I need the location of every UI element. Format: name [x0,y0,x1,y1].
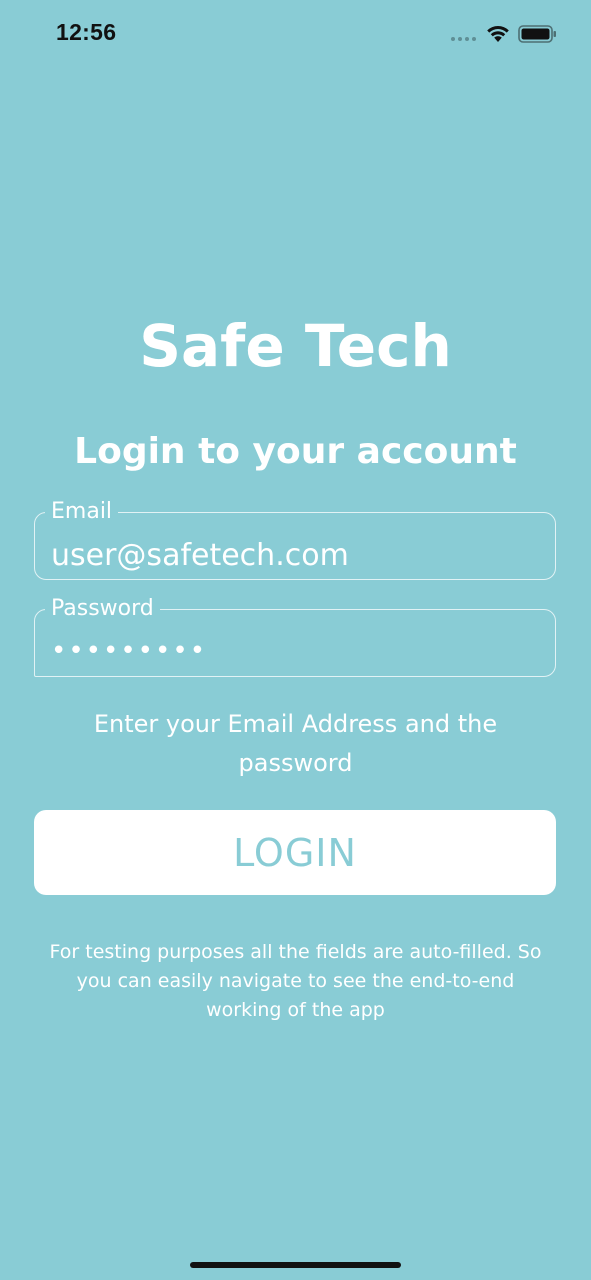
email-field[interactable]: Email user@safetech.com [34,499,556,580]
email-input-value[interactable]: user@safetech.com [51,537,349,575]
email-label: Email [45,499,119,525]
login-button[interactable]: LOGIN [34,810,556,895]
password-input-value[interactable]: ••••••••• [51,632,207,670]
signal-dots-icon [451,37,476,41]
battery-icon [518,25,556,43]
testing-note: For testing purposes all the fields are … [49,941,542,1021]
wifi-icon [487,26,509,42]
login-button-label: LOGIN [233,830,357,875]
home-indicator[interactable] [190,1262,401,1268]
login-hint: Enter your Email Address and the passwor… [93,710,498,777]
password-label: Password [45,596,160,622]
login-screen: 12:56 Safe Tech Login to your account Em… [0,0,591,1280]
status-time: 12:56 [56,19,117,45]
status-bar: 12:56 [0,0,591,70]
password-field[interactable]: Password ••••••••• [34,596,556,677]
app-title: Safe Tech [139,312,452,380]
page-subtitle: Login to your account [74,431,517,472]
